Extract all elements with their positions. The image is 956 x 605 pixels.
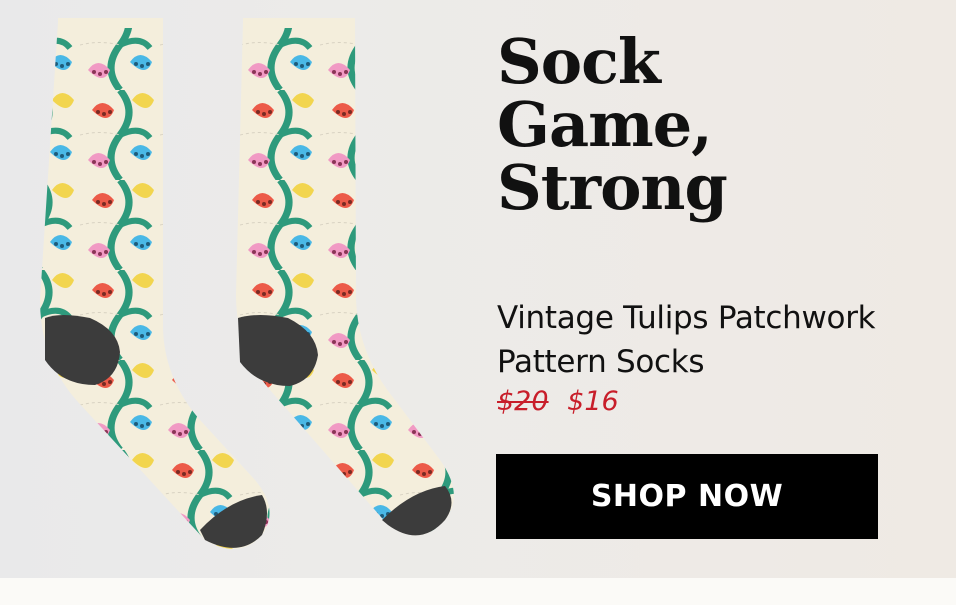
shop-now-button[interactable]: SHOP NOW	[496, 454, 878, 539]
socks-product-image[interactable]	[0, 0, 480, 578]
promo-banner: Sock Game, Strong Vintage Tulips Patchwo…	[0, 0, 956, 578]
price-row: $20 $16	[497, 386, 619, 417]
bottom-strip	[0, 578, 956, 605]
sale-price: $16	[567, 386, 619, 417]
left-sock	[40, 18, 270, 549]
headline-line-3: Strong	[497, 151, 728, 224]
original-price: $20	[497, 386, 549, 417]
right-sock	[236, 18, 454, 536]
product-name: Vintage Tulips Patchwork Pattern Socks	[497, 300, 876, 380]
headline: Sock Game, Strong	[497, 30, 927, 219]
headline-line-1: Sock	[497, 25, 661, 98]
headline-line-2: Game,	[497, 88, 713, 161]
